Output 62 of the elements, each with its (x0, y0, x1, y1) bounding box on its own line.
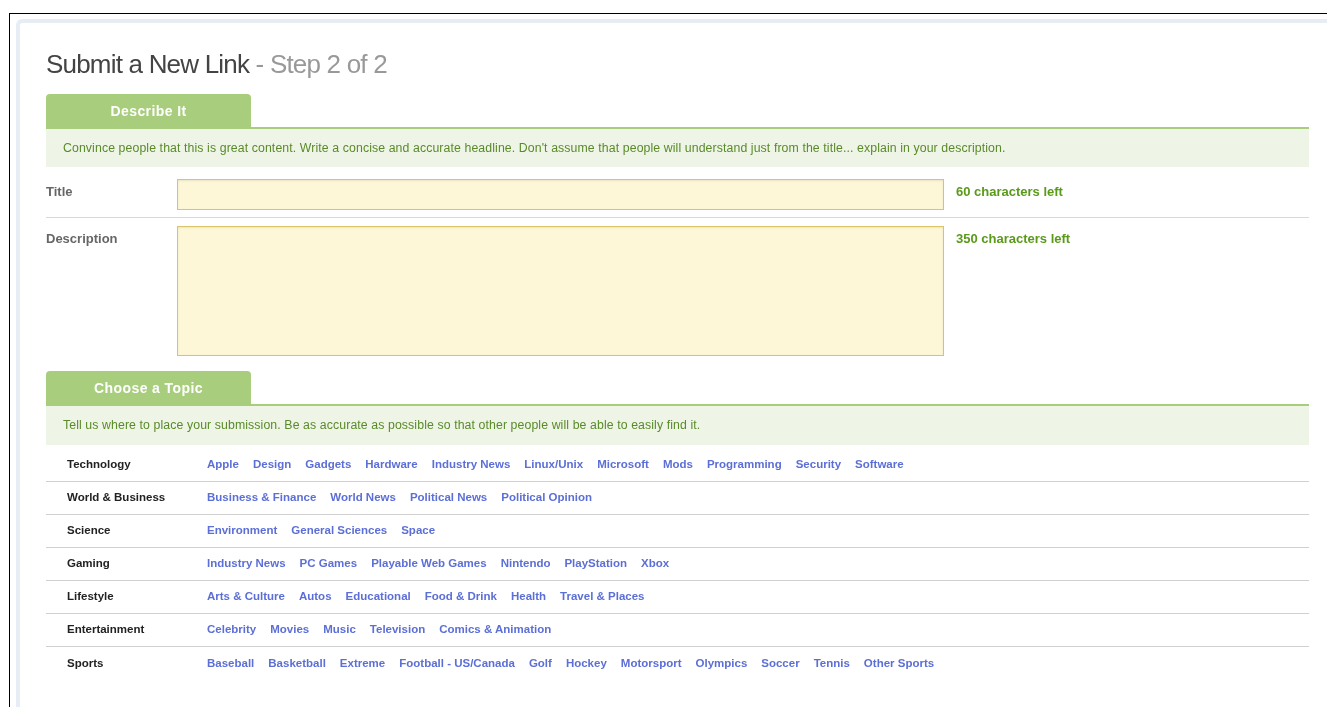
topic-link[interactable]: Industry News (207, 555, 286, 573)
topic-link[interactable]: Comics & Animation (439, 621, 552, 639)
topic-link[interactable]: Extreme (339, 654, 386, 672)
topic-link[interactable]: Educational (345, 588, 411, 606)
topic-link[interactable]: Security (795, 456, 842, 474)
field-label: Description (46, 230, 119, 249)
topic-link[interactable]: Celebrity (207, 621, 257, 639)
page-title: Submit a New Link - Step 2 of 2 (46, 48, 388, 81)
topic-link[interactable]: Autos (298, 588, 332, 606)
category-label: World & Business (66, 490, 167, 506)
character-counter: 60 characters left (956, 183, 1063, 202)
category-label: Sports (66, 655, 105, 671)
topic-link[interactable]: Other Sports (863, 654, 935, 672)
topic-link[interactable]: Motorsport (620, 654, 682, 672)
category-label: Gaming (66, 556, 111, 572)
topic-link[interactable]: Health (510, 588, 547, 606)
category-label: Lifestyle (66, 589, 115, 605)
topic-link[interactable]: Soccer (761, 654, 800, 672)
topic-link[interactable]: Olympics (695, 654, 748, 672)
topic-link[interactable]: Hardware (365, 456, 418, 474)
topic-link[interactable]: Baseball (207, 654, 255, 672)
category-label: Science (66, 523, 112, 539)
topic-link[interactable]: Playable Web Games (371, 555, 487, 573)
topic-link[interactable]: Television (369, 621, 426, 639)
character-counter: 350 characters left (956, 230, 1071, 249)
topic-link[interactable]: Design (252, 456, 292, 474)
topic-link[interactable]: PC Games (299, 555, 358, 573)
topic-link[interactable]: Software (855, 456, 904, 474)
topic-link[interactable]: Business & Finance (207, 489, 317, 507)
topic-link[interactable]: Food & Drink (424, 588, 497, 606)
topic-link[interactable]: Music (323, 621, 356, 639)
topic-link[interactable]: Football - US/Canada (399, 654, 515, 672)
topic-link[interactable]: Linux/Unix (524, 456, 584, 474)
topic-link[interactable]: General Sciences (291, 522, 388, 540)
topic-link[interactable]: Political News (409, 489, 488, 507)
topic-link[interactable]: Political Opinion (501, 489, 592, 507)
topic-link[interactable]: Nintendo (500, 555, 551, 573)
field-label: Title (46, 183, 74, 202)
topic-link[interactable]: Gadgets (305, 456, 352, 474)
topic-link[interactable]: World News (330, 489, 396, 507)
topic-link[interactable]: Travel & Places (560, 588, 645, 606)
hint-text: Tell us where to place your submission. Be as accurate as possible so that other people will be able to easily find it. (46, 404, 1309, 445)
category-label: Technology (66, 457, 132, 473)
topic-link[interactable]: Basketball (268, 654, 326, 672)
topic-link[interactable]: Programming (706, 456, 782, 474)
topic-link[interactable]: Microsoft (597, 456, 649, 474)
topic-link[interactable]: Xbox (641, 555, 670, 573)
topic-link[interactable]: Apple (207, 456, 239, 474)
topic-link[interactable]: Arts & Culture (207, 588, 285, 606)
topic-link[interactable]: PlayStation (564, 555, 628, 573)
topic-link[interactable]: Mods (662, 456, 693, 474)
topic-link[interactable]: Tennis (813, 654, 850, 672)
description-field[interactable] (177, 226, 944, 357)
title-field[interactable] (177, 179, 944, 211)
topic-link[interactable]: Industry News (431, 456, 511, 474)
topic-link[interactable]: Golf (528, 654, 552, 672)
topic-link[interactable]: Environment (207, 522, 278, 540)
topic-link[interactable]: Hockey (565, 654, 607, 672)
category-label: Entertainment (66, 622, 146, 638)
hint-text: Convince people that this is great content. Write a concise and accurate headline. Don't assume that people will understand just from the title... explain in your description. (46, 127, 1309, 168)
topic-link[interactable]: Movies (270, 621, 310, 639)
topic-link[interactable]: Space (401, 522, 436, 540)
